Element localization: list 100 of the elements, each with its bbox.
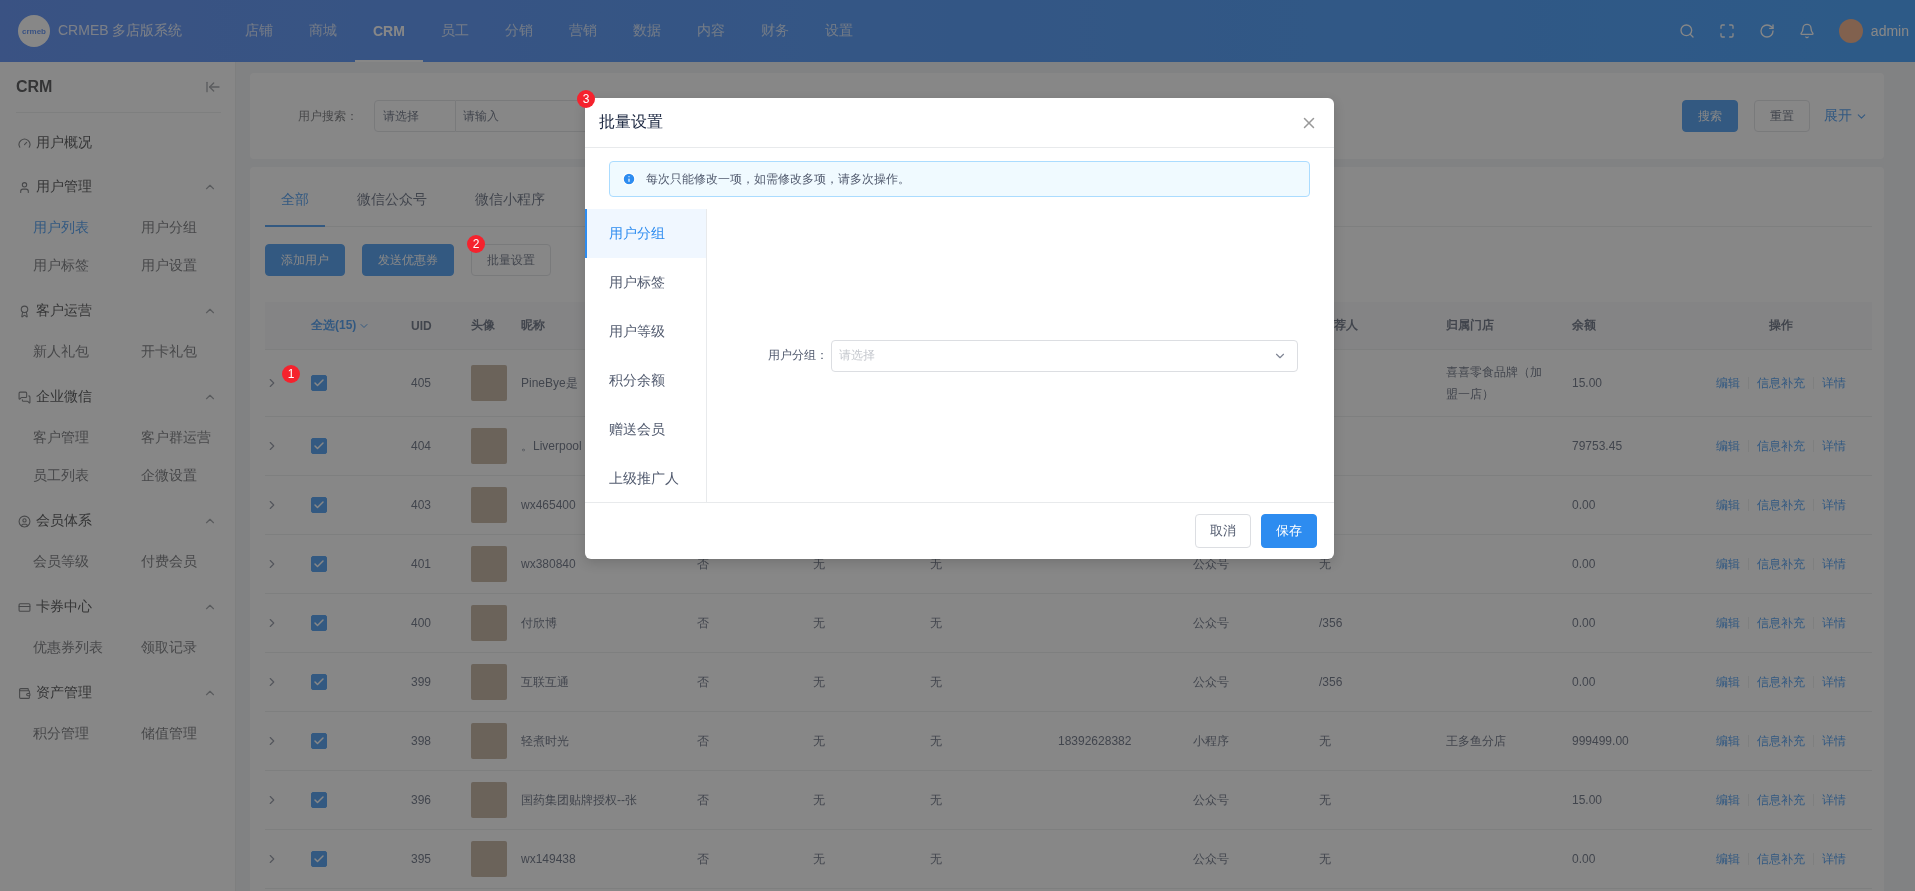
table-cell-text: 无 (930, 733, 942, 750)
vertical-tab[interactable]: 积分余额 (585, 356, 706, 405)
table-cell-text: /356 (1319, 615, 1343, 632)
sidebar-item[interactable]: 优惠券列表 (33, 629, 141, 667)
action-link[interactable]: 详情 (1822, 555, 1846, 573)
vertical-tab[interactable]: 赠送会员 (585, 405, 706, 454)
vertical-tab[interactable]: 用户等级 (585, 307, 706, 356)
action-link[interactable]: 编辑 (1716, 791, 1740, 809)
check-icon (313, 853, 325, 865)
action-link[interactable]: 信息补充 (1757, 673, 1805, 691)
collapse-icon[interactable] (205, 79, 221, 95)
action-link[interactable]: 详情 (1822, 850, 1846, 868)
person-circle-icon (18, 514, 31, 528)
sidebar-item[interactable]: 客户管理 (33, 419, 141, 457)
refresh-icon[interactable] (1758, 23, 1775, 39)
sidebar-item[interactable]: 储值管理 (141, 715, 249, 753)
action-link[interactable]: 详情 (1822, 437, 1846, 455)
sidebar-group[interactable]: 企业微信 (0, 375, 235, 419)
sidebar-group[interactable]: 用户概况 (0, 121, 235, 165)
search-icon[interactable] (1678, 23, 1695, 39)
sidebar-group[interactable]: 卡券中心 (0, 585, 235, 629)
table-cell-text: 互联互通 (521, 674, 569, 691)
row-checkbox[interactable] (311, 438, 327, 454)
action-link[interactable]: 编辑 (1716, 732, 1740, 750)
sidebar-item[interactable]: 用户分组 (141, 209, 249, 247)
action-link[interactable]: 详情 (1822, 496, 1846, 514)
sidebar-item[interactable]: 领取记录 (141, 629, 249, 667)
row-checkbox[interactable] (311, 851, 327, 867)
tab[interactable]: 微信公众号 (341, 175, 443, 227)
sidebar-item[interactable]: 积分管理 (33, 715, 141, 753)
cancel-button[interactable]: 取消 (1195, 514, 1251, 548)
table-cell-text: 398 (411, 733, 432, 750)
action-link[interactable]: 编辑 (1716, 496, 1740, 514)
sidebar-item[interactable]: 新人礼包 (33, 333, 141, 371)
user-name[interactable]: admin (1870, 23, 1909, 39)
toolbar-button[interactable]: 发送优惠券 (362, 244, 454, 276)
sidebar-group[interactable]: 资产管理 (0, 671, 235, 715)
action-link[interactable]: 信息补充 (1757, 614, 1805, 632)
sidebar-item[interactable]: 企微设置 (141, 457, 249, 495)
row-checkbox[interactable] (311, 674, 327, 690)
award-icon (18, 304, 31, 318)
sidebar-item[interactable]: 员工列表 (33, 457, 141, 495)
type-select[interactable]: 请选择 (374, 100, 456, 132)
action-link[interactable]: 信息补充 (1757, 791, 1805, 809)
notification-icon[interactable] (1798, 23, 1815, 39)
sidebar-item[interactable]: 开卡礼包 (141, 333, 249, 371)
action-link[interactable]: 详情 (1822, 791, 1846, 809)
vertical-tab[interactable]: 用户标签 (585, 258, 706, 307)
nav-tab[interactable]: CRM (355, 0, 423, 62)
action-link[interactable]: 信息补充 (1757, 850, 1805, 868)
table-cell-text: 无 (930, 851, 942, 868)
sidebar-item[interactable]: 客户群运营 (141, 419, 249, 457)
action-link[interactable]: 信息补充 (1757, 732, 1805, 750)
action-link[interactable]: 编辑 (1716, 555, 1740, 573)
chat-icon (18, 390, 31, 404)
action-link[interactable]: 信息补充 (1757, 437, 1805, 455)
table-cell-text: 无 (813, 674, 825, 691)
toolbar-button[interactable]: 添加用户 (265, 244, 345, 276)
action-link[interactable]: 信息补充 (1757, 374, 1805, 392)
sidebar-item[interactable]: 会员等级 (33, 543, 141, 581)
row-checkbox[interactable] (311, 615, 327, 631)
action-link[interactable]: 编辑 (1716, 850, 1740, 868)
vertical-tab[interactable]: 上级推广人 (585, 454, 706, 503)
row-checkbox[interactable] (311, 556, 327, 572)
table-cell-text: 无 (813, 851, 825, 868)
sidebar-item[interactable]: 用户标签 (33, 247, 141, 285)
table-cell-text: 无 (930, 792, 942, 809)
select-all-dropdown[interactable]: 全选(15) (311, 317, 371, 334)
row-checkbox[interactable] (311, 375, 327, 391)
action-link[interactable]: 详情 (1822, 732, 1846, 750)
table-cell-text: 403 (411, 497, 432, 514)
table-cell-text: 否 (697, 556, 709, 573)
table-cell-text: 否 (697, 851, 709, 868)
reset-button[interactable]: 重置 (1754, 100, 1810, 132)
action-link[interactable]: 编辑 (1716, 614, 1740, 632)
sidebar-item[interactable]: 用户设置 (141, 247, 249, 285)
save-button[interactable]: 保存 (1261, 514, 1317, 548)
action-link[interactable]: 详情 (1822, 374, 1846, 392)
action-link[interactable]: 详情 (1822, 673, 1846, 691)
action-link[interactable]: 编辑 (1716, 673, 1740, 691)
sidebar-group[interactable]: 用户管理 (0, 165, 235, 209)
tab[interactable]: 全部 (265, 175, 325, 227)
fullscreen-icon[interactable] (1718, 23, 1735, 39)
sidebar-group[interactable]: 客户运营 (0, 289, 235, 333)
action-link[interactable]: 信息补充 (1757, 496, 1805, 514)
action-link[interactable]: 编辑 (1716, 374, 1740, 392)
action-link[interactable]: 详情 (1822, 614, 1846, 632)
search-button[interactable]: 搜索 (1682, 100, 1738, 132)
row-checkbox[interactable] (311, 733, 327, 749)
sidebar-group[interactable]: 会员体系 (0, 499, 235, 543)
expand-link[interactable]: 展开 (1824, 107, 1868, 125)
sidebar-item[interactable]: 用户列表 (33, 209, 141, 247)
tab[interactable]: 微信小程序 (459, 175, 561, 227)
row-checkbox[interactable] (311, 497, 327, 513)
check-icon (313, 558, 325, 570)
row-checkbox[interactable] (311, 792, 327, 808)
action-link[interactable]: 编辑 (1716, 437, 1740, 455)
vertical-tab[interactable]: 用户分组 (585, 209, 706, 258)
sidebar-item[interactable]: 付费会员 (141, 543, 249, 581)
action-link[interactable]: 信息补充 (1757, 555, 1805, 573)
